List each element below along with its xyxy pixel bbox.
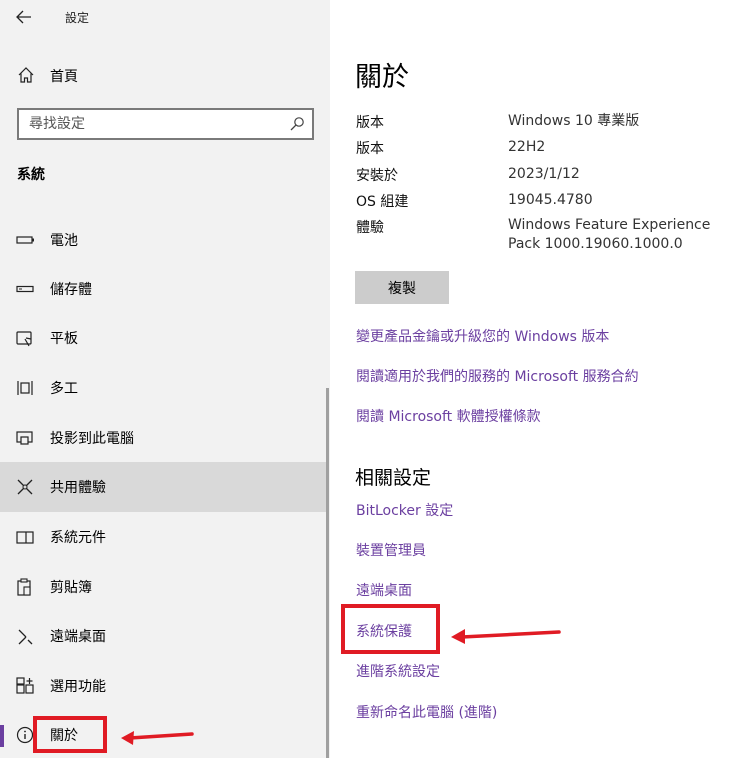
change-product-key-link[interactable]: 變更產品金鑰或升級您的 Windows 版本: [356, 326, 609, 346]
home-icon: [18, 67, 34, 83]
storage-icon: [16, 285, 34, 293]
info-icon: [16, 726, 34, 744]
selected-indicator: [0, 725, 4, 747]
remote-desktop-link[interactable]: 遠端桌面: [356, 580, 412, 600]
search-input[interactable]: [29, 114, 279, 134]
multitasking-icon: [17, 381, 33, 395]
system-components-icon: [16, 531, 34, 544]
nav-item-remote-desktop[interactable]: 遠端桌面: [0, 611, 328, 661]
nav-item-label: 系統元件: [50, 530, 106, 546]
nav-item-label: 多工: [50, 381, 78, 397]
spec-value: Windows Feature Experience Pack 1000.190…: [508, 217, 711, 252]
back-arrow-icon: [16, 10, 31, 24]
spec-label: 版本: [356, 115, 384, 131]
optional-features-icon: [16, 677, 34, 694]
spec-value: Windows 10 專業版: [508, 113, 640, 129]
spec-value: 2023/1/12: [508, 166, 580, 182]
spec-value: 19045.4780: [508, 192, 593, 208]
app-title: 設定: [65, 11, 90, 25]
clipboard-icon: [17, 578, 31, 596]
nav-item-clipboard[interactable]: 剪貼簿: [0, 562, 328, 612]
sidebar: 設定 首頁 系統 電池 儲存體 平板 多工 投影到此電腦 共用體驗 系統元件 剪: [0, 0, 330, 758]
home-label: 首頁: [50, 69, 78, 85]
device-manager-link[interactable]: 裝置管理員: [356, 540, 426, 560]
spec-label: 體驗: [356, 220, 384, 236]
annotation-arrow-about: [121, 731, 194, 745]
nav-item-label: 遠端桌面: [50, 629, 106, 645]
nav-item-battery[interactable]: 電池: [0, 215, 328, 265]
annotation-box-system-protection: [341, 604, 440, 654]
nav-item-label: 剪貼簿: [50, 580, 92, 596]
nav-item-system-components[interactable]: 系統元件: [0, 512, 328, 562]
spec-value: 22H2: [508, 139, 546, 155]
nav-item-label: 共用體驗: [50, 480, 106, 496]
nav-item-project[interactable]: 投影到此電腦: [0, 413, 328, 463]
rename-pc-link[interactable]: 重新命名此電腦 (進階): [356, 702, 497, 722]
section-title: 系統: [17, 167, 45, 183]
annotation-box-about: [33, 716, 107, 753]
tablet-icon: [16, 331, 32, 347]
spec-label: 安裝於: [356, 168, 398, 184]
nav-item-storage[interactable]: 儲存體: [0, 264, 328, 314]
service-agreement-link[interactable]: 閱讀適用於我們的服務的 Microsoft 服務合約: [356, 366, 639, 386]
remote-desktop-icon: [18, 629, 33, 645]
nav-item-label: 投影到此電腦: [50, 431, 134, 447]
spec-label: OS 組建: [356, 194, 409, 210]
nav-item-label: 選用功能: [50, 679, 106, 695]
search-box[interactable]: [17, 108, 314, 140]
shared-experiences-icon: [17, 479, 33, 495]
nav-item-tablet[interactable]: 平板: [0, 313, 328, 363]
project-icon: [16, 431, 33, 445]
title-bar: 設定: [0, 0, 330, 36]
back-button[interactable]: [10, 4, 38, 30]
page-title: 關於: [355, 62, 409, 93]
spec-label: 版本: [356, 141, 384, 157]
nav-item-label: 電池: [50, 233, 78, 249]
nav-item-multitasking[interactable]: 多工: [0, 363, 328, 413]
related-settings-title: 相關設定: [355, 467, 432, 489]
search-icon[interactable]: [289, 116, 305, 132]
nav-item-optional-features[interactable]: 選用功能: [0, 661, 328, 711]
home-nav-item[interactable]: 首頁: [0, 58, 330, 92]
advanced-system-settings-link[interactable]: 進階系統設定: [356, 661, 440, 681]
nav-item-shared-experiences[interactable]: 共用體驗: [0, 462, 328, 512]
bitlocker-settings-link[interactable]: BitLocker 設定: [356, 500, 453, 520]
license-terms-link[interactable]: 閱讀 Microsoft 軟體授權條款: [356, 406, 541, 426]
nav-item-label: 平板: [50, 331, 78, 347]
battery-icon: [16, 236, 34, 244]
annotation-arrow-system-protection: [451, 629, 561, 644]
nav-item-label: 儲存體: [50, 282, 92, 298]
copy-button[interactable]: 複製: [355, 271, 449, 304]
sidebar-scrollbar[interactable]: [326, 388, 329, 758]
